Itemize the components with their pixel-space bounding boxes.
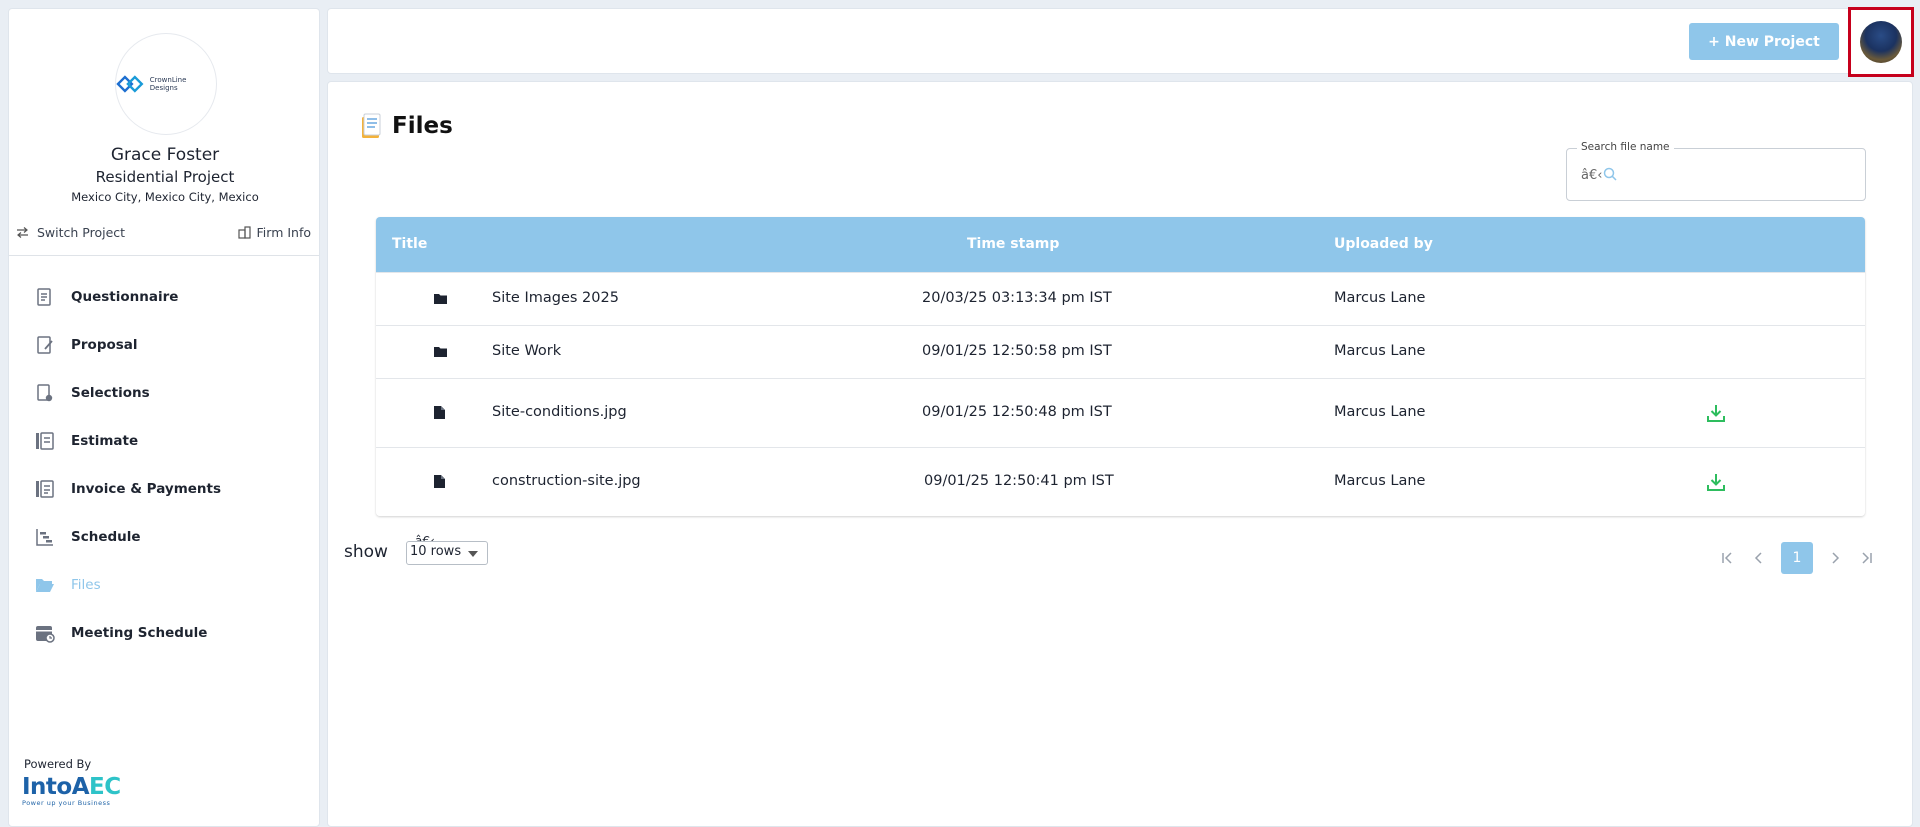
rows-per-page-select[interactable]: 10 rows [406,541,488,565]
column-title[interactable]: Title [392,236,427,252]
rows-per-page-value: 10 rows [410,544,462,559]
sidebar-item-meeting-schedule[interactable]: Meeting Schedule [9,609,321,657]
column-timestamp[interactable]: Time stamp [967,236,1059,252]
table-header: Title Time stamp Uploaded by [376,217,1865,272]
pagination: 1 [1711,542,1883,574]
file-title[interactable]: construction-site.jpg [492,473,641,489]
sidebar-item-label: Meeting Schedule [71,625,208,641]
sidebar-item-files[interactable]: Files [9,561,321,609]
folder-icon [434,294,447,304]
previous-page-icon[interactable] [1743,542,1775,574]
switch-project-button[interactable]: Switch Project [16,225,125,240]
search-icon [1603,167,1617,181]
client-name: Grace Foster [110,145,220,165]
sidebar-divider [9,255,319,256]
caret-down-icon [468,551,478,557]
file-uploaded-by: Marcus Lane [1334,343,1426,359]
sidebar-item-label: Estimate [71,433,139,449]
sidebar-item-label: Files [71,577,101,593]
files-document-icon [362,113,381,138]
file-uploaded-by: Marcus Lane [1334,473,1426,489]
files-panel: Files Search file name Title Time stamp … [327,81,1913,827]
selections-icon [35,383,55,403]
next-page-icon[interactable] [1819,542,1851,574]
file-timestamp: 09/01/25 12:50:58 pm IST [922,343,1112,359]
sidebar-item-selections[interactable]: Selections [9,369,321,417]
page-title: Files [360,113,453,139]
file-icon [434,406,445,419]
sidebar-item-schedule[interactable]: Schedule [9,513,321,561]
table-row[interactable]: construction-site.jpg 09/01/25 12:50:41 … [376,447,1865,516]
building-icon [237,226,251,239]
table-row[interactable]: Site-conditions.jpg 09/01/25 12:50:48 pm… [376,378,1865,447]
sidebar-item-label: Proposal [71,337,138,353]
top-bar: + New Project [327,7,1914,77]
search-file-label: Search file name [1577,141,1674,153]
sidebar-item-questionnaire[interactable]: Questionnaire [9,273,321,321]
file-title[interactable]: Site-conditions.jpg [492,404,627,420]
switch-arrows-icon [17,227,28,238]
calendar-icon [35,623,55,643]
table-row[interactable]: Site Work 09/01/25 12:50:58 pm IST Marcu… [376,325,1865,378]
questionnaire-icon [35,287,55,307]
show-rows-label: show [344,542,388,562]
first-page-icon[interactable] [1711,542,1743,574]
user-avatar[interactable] [1860,21,1902,63]
sidebar-item-estimate[interactable]: Estimate [9,417,321,465]
search-file-input[interactable] [1581,165,1841,185]
sidebar-item-label: Invoice & Payments [71,481,222,497]
sidebar: CrownLine Designs Grace Foster Residenti… [8,8,320,827]
file-icon [434,475,445,488]
firm-logo-text: CrownLine Designs [149,76,187,92]
firm-info-label: Firm Info [256,225,311,240]
table-row[interactable]: Site Images 2025 20/03/25 03:13:34 pm IS… [376,272,1865,325]
current-page-button[interactable]: 1 [1781,542,1813,574]
project-name: Residential Project [95,168,235,186]
intoaec-logo-text: IntoAEC [22,775,121,799]
sidebar-item-label: Schedule [71,529,141,545]
powered-by-label: Powered By [24,757,92,771]
crownline-logo-icon [116,75,144,93]
download-icon[interactable] [1706,472,1726,492]
sidebar-item-proposal[interactable]: Proposal [9,321,321,369]
user-avatar-highlight [1848,7,1914,77]
schedule-icon [35,527,55,547]
sidebar-item-label: Selections [71,385,150,401]
new-project-button[interactable]: + New Project [1689,23,1839,60]
logo-accent-text: EC [89,774,121,800]
project-location: Mexico City, Mexico City, Mexico [71,190,259,204]
firm-info-button[interactable]: Firm Info [237,225,311,240]
file-uploaded-by: Marcus Lane [1334,290,1426,306]
logo-main-text: IntoA [22,774,90,800]
file-uploaded-by: Marcus Lane [1334,404,1426,420]
switch-project-label: Switch Project [37,225,126,240]
search-file-field[interactable]: Search file name [1566,141,1866,201]
folder-open-icon [35,575,55,595]
file-timestamp: 09/01/25 12:50:48 pm IST [922,404,1112,420]
last-page-icon[interactable] [1851,542,1883,574]
intoaec-tagline: Power up your Business [22,799,111,807]
file-title[interactable]: Site Images 2025 [492,290,619,306]
download-icon[interactable] [1706,403,1726,423]
page-title-text: Files [392,113,453,139]
files-table: Title Time stamp Uploaded by Site Images… [376,217,1865,516]
firm-logo: CrownLine Designs [115,33,217,135]
file-timestamp: 09/01/25 12:50:41 pm IST [924,473,1114,489]
invoice-icon [35,479,55,499]
folder-icon [434,347,447,357]
sidebar-item-invoice-payments[interactable]: Invoice & Payments [9,465,321,513]
file-title[interactable]: Site Work [492,343,561,359]
estimate-icon [35,431,55,451]
file-timestamp: 20/03/25 03:13:34 pm IST [922,290,1112,306]
sidebar-item-label: Questionnaire [71,289,179,305]
sidebar-nav: Questionnaire Proposal Selections Estima… [9,273,321,657]
proposal-icon [35,335,55,355]
intoaec-logo: IntoAEC Power up your Business [22,775,121,807]
column-uploaded-by[interactable]: Uploaded by [1334,236,1433,252]
